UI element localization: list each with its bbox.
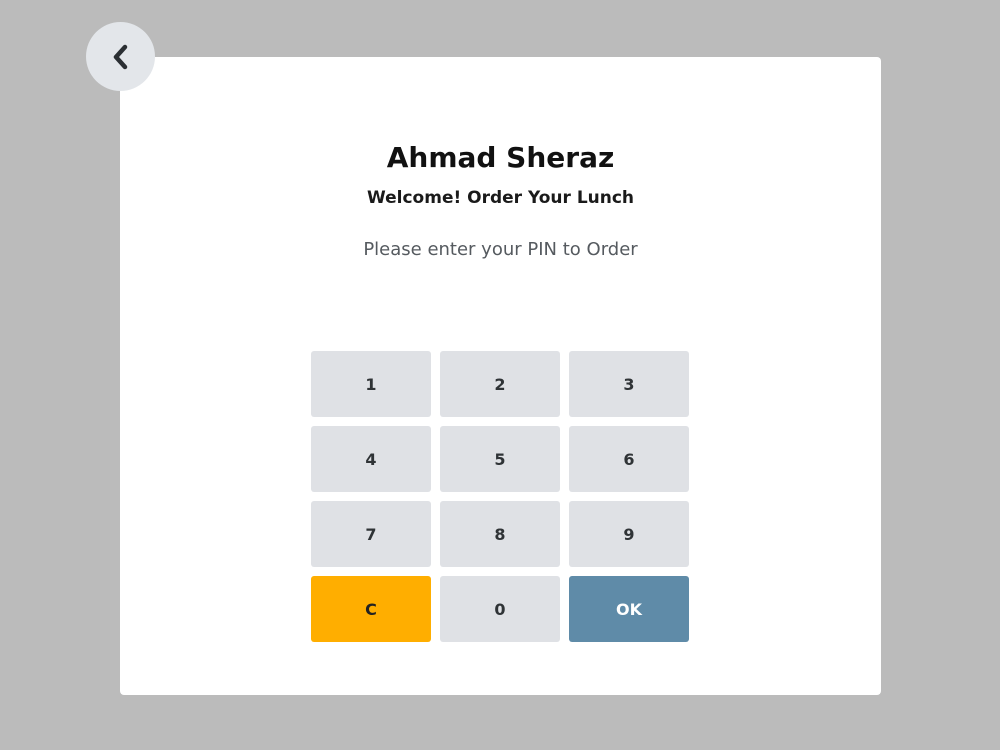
key-0[interactable]: 0 — [440, 576, 560, 642]
key-3[interactable]: 3 — [569, 351, 689, 417]
key-1[interactable]: 1 — [311, 351, 431, 417]
key-2[interactable]: 2 — [440, 351, 560, 417]
key-4[interactable]: 4 — [311, 426, 431, 492]
key-7[interactable]: 7 — [311, 501, 431, 567]
key-5[interactable]: 5 — [440, 426, 560, 492]
pin-screen: Ahmad Sheraz Welcome! Order Your Lunch P… — [0, 0, 1000, 750]
key-9[interactable]: 9 — [569, 501, 689, 567]
pin-keypad: 1 2 3 4 5 6 7 8 9 C 0 OK — [311, 351, 689, 642]
ok-button[interactable]: OK — [569, 576, 689, 642]
user-name: Ahmad Sheraz — [386, 141, 615, 174]
welcome-message: Welcome! Order Your Lunch — [366, 188, 635, 208]
key-6[interactable]: 6 — [569, 426, 689, 492]
clear-button[interactable]: C — [311, 576, 431, 642]
chevron-left-icon — [113, 44, 127, 69]
key-8[interactable]: 8 — [440, 501, 560, 567]
pin-prompt: Please enter your PIN to Order — [363, 239, 638, 260]
pin-card: Ahmad Sheraz Welcome! Order Your Lunch P… — [120, 57, 881, 695]
back-button[interactable] — [86, 22, 155, 91]
